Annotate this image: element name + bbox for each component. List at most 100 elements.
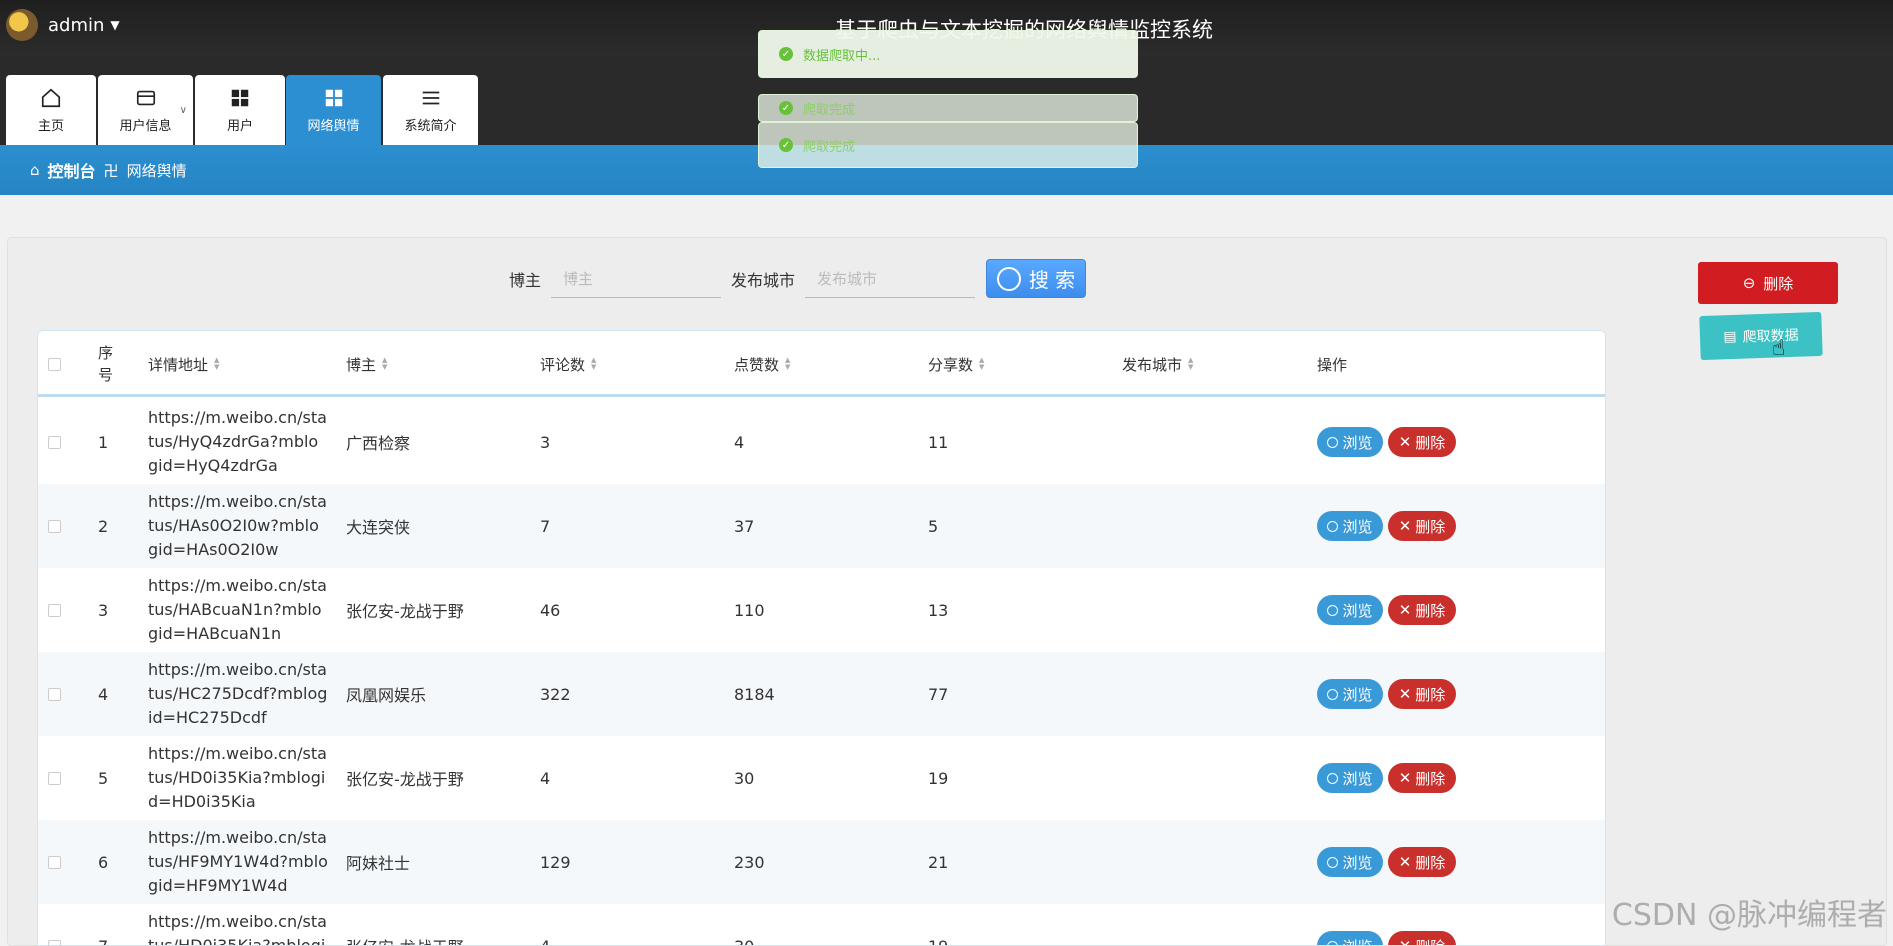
crawl-label: 爬取数据 xyxy=(1742,327,1799,346)
cell-seq: 2 xyxy=(98,484,108,568)
grid-icon xyxy=(325,89,342,106)
toast-message: ✓ 爬取完成 xyxy=(758,122,1138,168)
col-likes[interactable]: 点赞数 ▲ ▼ xyxy=(734,331,790,397)
cell-blogger: 大连突侠 xyxy=(346,484,410,568)
sort-icon: ▲ ▼ xyxy=(979,356,985,371)
cell-seq-text: 2 xyxy=(98,516,109,536)
cell-comments-text: 4 xyxy=(540,768,551,788)
cell-shares-text: 5 xyxy=(928,516,939,536)
cell-url-text: https://m.weibo.cn/status/HyQ4zdrGa?mblo… xyxy=(148,408,327,475)
col-url[interactable]: 详情地址 ▲ ▼ xyxy=(148,331,219,397)
tab-home[interactable]: 主页 xyxy=(6,75,96,145)
col-city[interactable]: 发布城市 ▲ ▼ xyxy=(1122,331,1193,397)
cell-likes: 30 xyxy=(734,904,754,946)
breadcrumb-current: 网络舆情 xyxy=(126,161,187,180)
user-menu[interactable]: admin ▼ xyxy=(6,9,120,41)
col-blogger[interactable]: 博主 ▲ ▼ xyxy=(346,331,387,397)
search-icon xyxy=(1327,436,1339,448)
delete-button[interactable]: ✕删除 xyxy=(1388,511,1456,541)
row-checkbox[interactable] xyxy=(48,484,61,568)
row-checkbox[interactable] xyxy=(48,736,61,820)
delete-button[interactable]: ✕删除 xyxy=(1388,595,1456,625)
tab-users[interactable]: 用户 xyxy=(195,75,285,145)
row-checkbox[interactable] xyxy=(48,820,61,904)
close-icon: ✕ xyxy=(1398,601,1412,619)
cell-seq-text: 3 xyxy=(98,600,109,620)
batch-delete-button[interactable]: ⊖ 删除 xyxy=(1698,262,1838,304)
tab-system-intro[interactable]: 系统简介 xyxy=(383,75,478,145)
toast-message: ✓ 爬取完成 xyxy=(758,94,1138,122)
cell-seq-text: 6 xyxy=(98,852,109,872)
close-icon: ✕ xyxy=(1398,937,1412,946)
view-button[interactable]: 浏览 xyxy=(1317,931,1383,945)
delete-button[interactable]: ✕删除 xyxy=(1388,763,1456,793)
crawl-data-button[interactable]: ▤ 爬取数据 xyxy=(1699,311,1823,361)
select-all-checkbox[interactable] xyxy=(48,331,61,397)
cell-likes-text: 37 xyxy=(734,516,755,536)
delete-button[interactable]: ✕删除 xyxy=(1388,427,1456,457)
delete-label: 删除 xyxy=(1415,601,1446,620)
cell-url-text: https://m.weibo.cn/status/HF9MY1W4d?mblo… xyxy=(148,828,328,895)
view-button[interactable]: 浏览 xyxy=(1317,679,1383,709)
col-shares[interactable]: 分享数 ▲ ▼ xyxy=(928,331,984,397)
check-circle-icon: ✓ xyxy=(779,138,793,152)
cell-shares-text: 13 xyxy=(928,600,949,620)
watermark: CSDN @脉冲编程者 xyxy=(1611,898,1887,933)
cell-comments: 129 xyxy=(540,820,571,904)
cell-likes: 37 xyxy=(734,484,754,568)
search-icon xyxy=(1327,772,1339,784)
search-icon xyxy=(1327,688,1339,700)
cell-seq-text: 5 xyxy=(98,768,109,788)
delete-label: 删除 xyxy=(1415,517,1446,536)
col-comments[interactable]: 评论数 ▲ ▼ xyxy=(540,331,596,397)
view-button[interactable]: 浏览 xyxy=(1317,427,1383,457)
row-checkbox[interactable] xyxy=(48,400,61,484)
delete-button[interactable]: ✕删除 xyxy=(1388,847,1456,877)
tab-user-info[interactable]: 用户信息 ∨ xyxy=(98,75,193,145)
cell-blogger-text: 大连突侠 xyxy=(346,518,411,537)
delete-button[interactable]: ✕删除 xyxy=(1388,679,1456,709)
hand-cursor-icon: ☝ xyxy=(1772,336,1786,361)
wallet-icon xyxy=(136,90,155,105)
username[interactable]: admin xyxy=(48,15,104,36)
cell-comments-text: 7 xyxy=(540,516,551,536)
col-actions: 操作 xyxy=(1317,355,1348,374)
delete-label: 删除 xyxy=(1415,853,1446,872)
view-button[interactable]: 浏览 xyxy=(1317,763,1383,793)
row-checkbox[interactable] xyxy=(48,904,61,945)
view-button[interactable]: 浏览 xyxy=(1317,595,1383,625)
caret-down-icon[interactable]: ▼ xyxy=(110,18,119,32)
database-icon: ▤ xyxy=(1723,328,1737,346)
city-label: 发布城市 xyxy=(731,271,796,290)
view-label: 浏览 xyxy=(1342,853,1373,872)
view-label: 浏览 xyxy=(1342,685,1373,704)
cell-likes-text: 110 xyxy=(734,600,765,620)
cell-likes: 230 xyxy=(734,820,765,904)
cell-comments-text: 3 xyxy=(540,432,551,452)
search-button[interactable]: 搜 索 xyxy=(986,259,1086,298)
cell-shares: 77 xyxy=(928,652,948,736)
cell-comments: 7 xyxy=(540,484,550,568)
blogger-input[interactable] xyxy=(551,260,722,298)
cell-blogger-text: 张亿安-龙战于野 xyxy=(346,602,464,621)
cell-comments-text: 129 xyxy=(540,852,571,872)
breadcrumb-home[interactable]: 控制台 xyxy=(48,158,96,182)
delete-button[interactable]: ✕删除 xyxy=(1388,931,1456,946)
check-circle-icon: ✓ xyxy=(779,47,793,61)
close-icon: ✕ xyxy=(1398,685,1412,703)
delete-label: 删除 xyxy=(1763,274,1794,293)
view-button[interactable]: 浏览 xyxy=(1317,511,1383,541)
cell-url: https://m.weibo.cn/status/HABcuaN1n?mblo… xyxy=(148,568,328,652)
close-icon: ✕ xyxy=(1398,433,1412,451)
check-circle-icon: ✓ xyxy=(779,101,793,115)
row-checkbox[interactable] xyxy=(48,568,61,652)
city-input[interactable] xyxy=(805,260,976,298)
row-checkbox[interactable] xyxy=(48,652,61,736)
cell-comments: 3 xyxy=(540,400,550,484)
tab-network-sentiment[interactable]: 网络舆情 xyxy=(286,75,381,145)
cell-shares: 21 xyxy=(928,820,948,904)
delete-label: 删除 xyxy=(1415,936,1445,946)
avatar[interactable] xyxy=(6,9,38,41)
view-button[interactable]: 浏览 xyxy=(1317,847,1383,877)
cell-shares: 19 xyxy=(928,904,948,946)
